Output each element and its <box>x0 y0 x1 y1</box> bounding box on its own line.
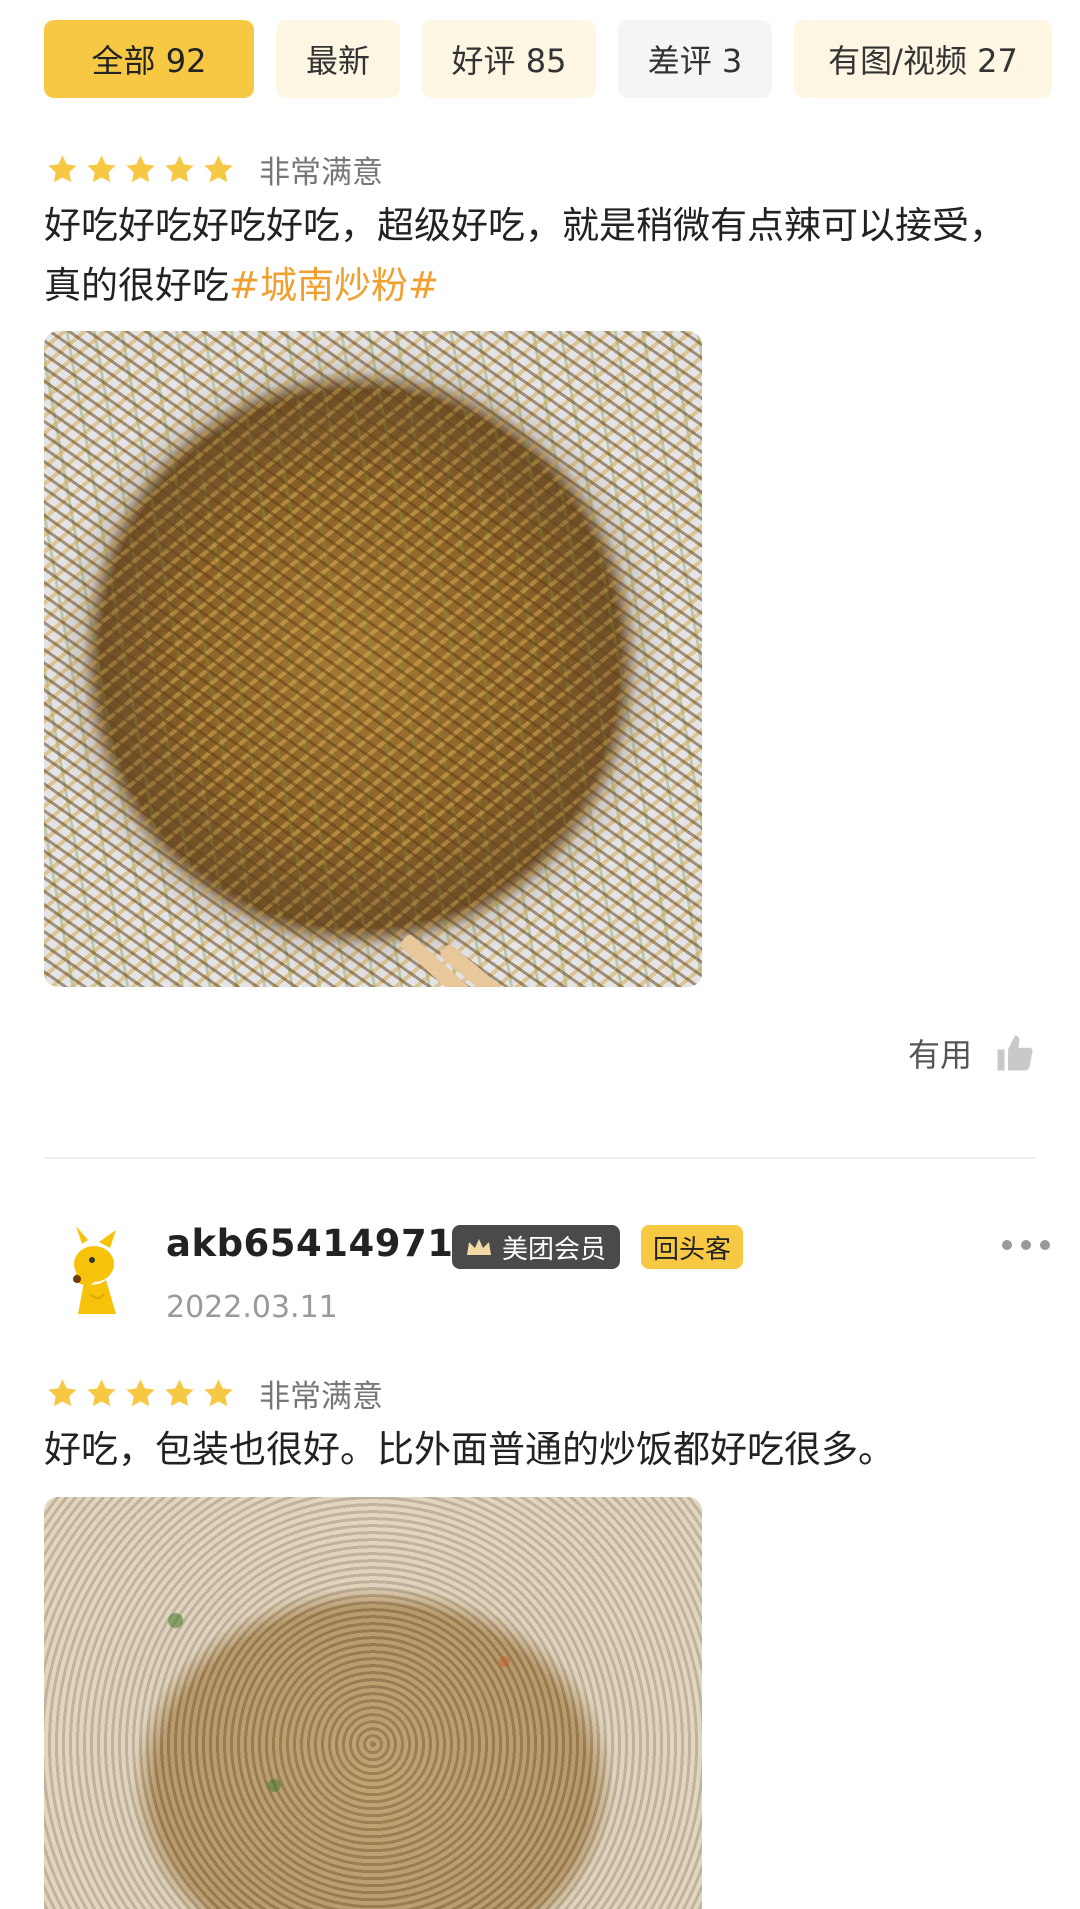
review-filter-tabs: 全部 92 最新 好评 85 差评 3 有图/视频 27 <box>44 20 1052 98</box>
tab-positive[interactable]: 好评 85 <box>422 20 596 98</box>
rating-label: 非常满意 <box>259 1379 383 1415</box>
member-badge: 美团会员 <box>452 1225 621 1269</box>
rating-label: 非常满意 <box>259 155 383 191</box>
tab-latest[interactable]: 最新 <box>276 20 400 98</box>
useful-label: 有用 <box>907 1036 972 1074</box>
star-icon <box>85 1377 118 1410</box>
star-icon <box>202 153 235 186</box>
topic-tag-link[interactable]: #城南炒粉# <box>229 264 439 307</box>
review-1-text: 好吃好吃好吃好吃，超级好吃，就是稍微有点辣可以接受，真的很好吃#城南炒粉# <box>44 196 1034 316</box>
fried-rice-photo[interactable] <box>44 1497 702 1909</box>
crown-icon <box>464 1235 494 1259</box>
member-badge-label: 美团会员 <box>502 1234 607 1265</box>
star-icon <box>124 1377 157 1410</box>
review-2-text: 好吃，包装也很好。比外面普通的炒饭都好吃很多。 <box>44 1420 1034 1480</box>
return-customer-badge: 回头客 <box>641 1225 744 1269</box>
tab-with-media[interactable]: 有图/视频 27 <box>794 20 1052 98</box>
tab-negative[interactable]: 差评 3 <box>618 20 772 98</box>
tab-all[interactable]: 全部 92 <box>44 20 254 98</box>
review-divider <box>44 1157 1036 1159</box>
review-date: 2022.03.11 <box>166 1290 338 1325</box>
star-icon <box>163 153 196 186</box>
thumbs-up-icon <box>994 1032 1036 1074</box>
star-icon <box>163 1377 196 1410</box>
more-options-icon[interactable] <box>1002 1240 1050 1250</box>
review-body: 好吃，包装也很好。比外面普通的炒饭都好吃很多。 <box>44 1428 895 1471</box>
reviewer-username[interactable]: akb654149714 <box>166 1222 480 1265</box>
star-icon <box>46 1377 79 1410</box>
useful-button[interactable]: 有用 <box>908 1030 1036 1076</box>
kangaroo-avatar-icon[interactable] <box>44 1222 144 1322</box>
fried-noodles-photo[interactable] <box>44 331 702 987</box>
star-icon <box>85 153 118 186</box>
review-1-rating: 非常满意 <box>46 147 383 192</box>
star-icon <box>124 153 157 186</box>
star-icon <box>46 153 79 186</box>
review-body: 好吃好吃好吃好吃，超级好吃，就是稍微有点辣可以接受，真的很好吃 <box>44 204 1006 307</box>
star-icon <box>202 1377 235 1410</box>
review-2-rating: 非常满意 <box>46 1371 383 1416</box>
